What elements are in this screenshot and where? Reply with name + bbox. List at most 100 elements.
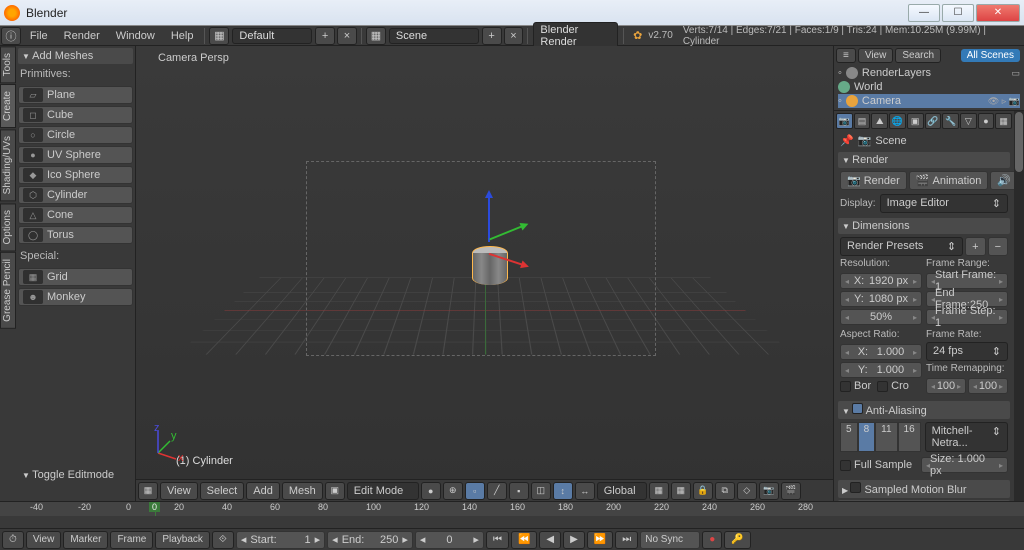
menu-file[interactable]: File: [22, 28, 56, 44]
render-preset-select[interactable]: Render Presets⇕: [840, 237, 963, 256]
minimize-button[interactable]: —: [908, 4, 940, 22]
add-screen-icon[interactable]: +: [315, 27, 335, 45]
resx-field[interactable]: ◂X:1920 px▸: [840, 273, 922, 289]
menu-render[interactable]: Render: [56, 28, 108, 44]
aa-size-field[interactable]: ◂Size: 1.000 px▸: [921, 457, 1008, 473]
tl-play-icon[interactable]: ▶: [563, 531, 585, 549]
maximize-button[interactable]: ☐: [942, 4, 974, 22]
tl-start-field[interactable]: ◂Start:1▸: [236, 531, 325, 549]
panel-dim-head[interactable]: Dimensions: [838, 218, 1010, 234]
add-icosphere-button[interactable]: ◆Ico Sphere: [18, 166, 133, 184]
tooltab-options[interactable]: Options: [0, 203, 16, 251]
ptab-constraint[interactable]: 🔗: [925, 113, 942, 129]
outliner-search[interactable]: Search: [895, 48, 941, 63]
ptab-data[interactable]: ▽: [960, 113, 977, 129]
menu-help[interactable]: Help: [163, 28, 202, 44]
panel-motionblur-head[interactable]: Sampled Motion Blur: [838, 480, 1010, 498]
preset-del[interactable]: −: [988, 237, 1008, 256]
3d-viewport[interactable]: Camera Persp (1) Cylinder x y z ▦ View S…: [136, 46, 833, 501]
tooltab-tools[interactable]: Tools: [0, 46, 16, 83]
ptab-material[interactable]: ●: [978, 113, 995, 129]
snap-icon[interactable]: ⧉: [715, 482, 735, 500]
sel-edge-icon[interactable]: ╱: [487, 482, 507, 500]
snap-type-icon[interactable]: ◇: [737, 482, 757, 500]
layers2-icon[interactable]: ▦: [671, 482, 691, 500]
tl-keynext-icon[interactable]: ⏩: [587, 531, 613, 549]
tl-keyprev-icon[interactable]: ⏪: [511, 531, 537, 549]
tooltab-shading[interactable]: Shading/UVs: [0, 129, 16, 201]
scene-browse-icon[interactable]: ▦: [366, 27, 386, 45]
tl-menu-playback[interactable]: Playback: [155, 531, 210, 549]
panel-aa-head[interactable]: Anti-Aliasing: [838, 401, 1010, 419]
editor-type-3dview-icon[interactable]: ▦: [138, 482, 158, 500]
timeline-ruler[interactable]: -40-200204060801001201401601802002202402…: [0, 502, 1024, 516]
screen-layout-field[interactable]: Default: [232, 28, 312, 44]
outliner-row-camera[interactable]: ◦Camera👁 ▹ 📷: [838, 94, 1020, 108]
outliner-row-world[interactable]: World: [838, 80, 1020, 94]
display-select[interactable]: Image Editor⇕: [880, 194, 1008, 213]
del-scene-icon[interactable]: ×: [504, 27, 524, 45]
aa-filter-select[interactable]: Mitchell-Netra...⇕: [925, 422, 1008, 452]
tl-menu-frame[interactable]: Frame: [110, 531, 153, 549]
pivot-icon[interactable]: ⊕: [443, 482, 463, 500]
outliner-row-renderlayers[interactable]: ◦RenderLayers▭: [838, 66, 1020, 80]
audio-button[interactable]: 🔊Audio: [990, 171, 1014, 190]
panel-render-head[interactable]: Render: [838, 152, 1010, 168]
add-cone-button[interactable]: △Cone: [18, 206, 133, 224]
tl-menu-marker[interactable]: Marker: [63, 531, 108, 549]
resy-field[interactable]: ◂Y:1080 px▸: [840, 291, 922, 307]
tl-current-field[interactable]: ◂0▸: [415, 531, 484, 549]
vp-menu-view[interactable]: View: [160, 482, 198, 500]
ptab-layers[interactable]: ▤: [854, 113, 871, 129]
outliner-filter[interactable]: All Scenes: [961, 49, 1020, 62]
ptab-texture[interactable]: ▦: [995, 113, 1012, 129]
remap-old[interactable]: ◂100▸: [926, 378, 966, 394]
add-cylinder-button[interactable]: ⬡Cylinder: [18, 186, 133, 204]
ptab-object[interactable]: ▣: [907, 113, 924, 129]
tl-autokey-icon[interactable]: ●: [702, 531, 722, 549]
framerate-select[interactable]: 24 fps⇕: [926, 342, 1008, 361]
add-plane-button[interactable]: ▱Plane: [18, 86, 133, 104]
crop-check[interactable]: Cro: [877, 380, 909, 392]
tl-range-icon[interactable]: ⟐: [212, 531, 234, 549]
aspy-field[interactable]: ◂Y:1.000▸: [840, 362, 922, 378]
mode-select[interactable]: Edit Mode: [347, 482, 419, 500]
timeline-type-icon[interactable]: ⏱: [2, 531, 24, 549]
full-sample-check[interactable]: Full Sample: [840, 455, 917, 475]
sel-vertex-icon[interactable]: ▫: [465, 482, 485, 500]
animation-button[interactable]: 🎬Animation: [909, 171, 989, 190]
ptab-scene[interactable]: ⛰: [871, 113, 888, 129]
timeline-cursor[interactable]: [155, 502, 156, 516]
tl-menu-view[interactable]: View: [26, 531, 62, 549]
render-anim-icon[interactable]: 🎬: [781, 482, 801, 500]
add-cube-button[interactable]: ◻Cube: [18, 106, 133, 124]
add-torus-button[interactable]: ◯Torus: [18, 226, 133, 244]
scene-field[interactable]: Scene: [389, 28, 479, 44]
vp-menu-select[interactable]: Select: [200, 482, 245, 500]
ptab-render[interactable]: 📷: [836, 113, 853, 129]
tl-playrev-icon[interactable]: ◀: [539, 531, 561, 549]
tl-sync-select[interactable]: No Sync: [640, 531, 700, 549]
respct-field[interactable]: ◂50%▸: [840, 309, 922, 325]
add-scene-icon[interactable]: +: [482, 27, 502, 45]
sel-face-icon[interactable]: ▪: [509, 482, 529, 500]
ptab-world[interactable]: 🌐: [889, 113, 906, 129]
vp-menu-add[interactable]: Add: [246, 482, 280, 500]
tl-jumpstart-icon[interactable]: ⏮: [486, 531, 509, 549]
tl-end-field[interactable]: ◂End:250▸: [327, 531, 413, 549]
toggle-editmode[interactable]: Toggle Editmode: [18, 467, 136, 483]
limit-icon[interactable]: ◫: [531, 482, 551, 500]
tooltab-grease[interactable]: Grease Pencil: [0, 252, 16, 329]
add-circle-button[interactable]: ○Circle: [18, 126, 133, 144]
add-grid-button[interactable]: ▦Grid: [18, 268, 133, 286]
del-screen-icon[interactable]: ×: [337, 27, 357, 45]
tl-jumpend-icon[interactable]: ⏭: [615, 531, 638, 549]
remap-new[interactable]: ◂100▸: [968, 378, 1008, 394]
tl-keyset-icon[interactable]: 🔑: [724, 531, 750, 549]
framestep-field[interactable]: ◂Frame Step: 1▸: [926, 309, 1008, 325]
addmeshes-header[interactable]: Add Meshes: [18, 48, 133, 64]
manipulator-icon[interactable]: ↕: [553, 482, 573, 500]
tooltab-create[interactable]: Create: [0, 84, 16, 128]
editor-type-icon[interactable]: ⓘ: [1, 27, 21, 45]
mode-icon[interactable]: ▣: [325, 482, 345, 500]
